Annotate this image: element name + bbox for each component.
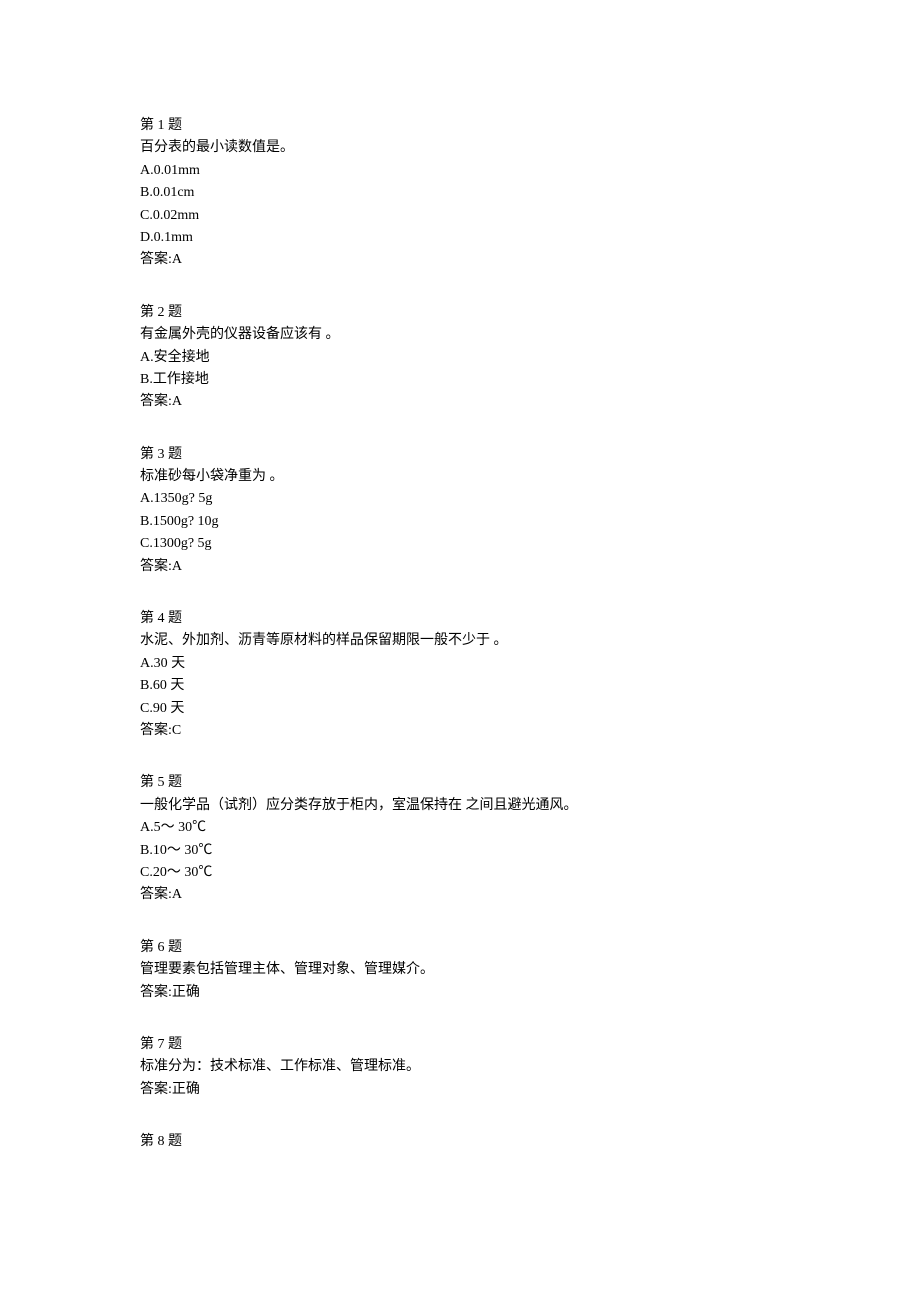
question-answer: 答案:A [140, 249, 780, 271]
question-stem: 标准砂每小袋净重为 。 [140, 466, 780, 488]
question-option: C.90 天 [140, 698, 780, 720]
question-option: A.0.01mm [140, 160, 780, 182]
question-stem: 一般化学品（试剂）应分类存放于柜内，室温保持在 之间且避光通风。 [140, 795, 780, 817]
question-option: A.5～ 30℃ [140, 817, 780, 839]
question-header: 第 5 题 [140, 772, 780, 794]
question-option: B.60 天 [140, 675, 780, 697]
question-6: 第 6 题 管理要素包括管理主体、管理对象、管理媒介。 答案:正确 [140, 937, 780, 1004]
question-option: A.30 天 [140, 653, 780, 675]
question-header: 第 2 题 [140, 302, 780, 324]
question-option: A.1350g? 5g [140, 488, 780, 510]
question-1: 第 1 题 百分表的最小读数值是。 A.0.01mm B.0.01cm C.0.… [140, 115, 780, 272]
question-4: 第 4 题 水泥、外加剂、沥青等原材料的样品保留期限一般不少于 。 A.30 天… [140, 608, 780, 742]
question-answer: 答案:A [140, 556, 780, 578]
question-option: B.0.01cm [140, 182, 780, 204]
question-option: B.工作接地 [140, 369, 780, 391]
question-7: 第 7 题 标准分为：技术标准、工作标准、管理标准。 答案:正确 [140, 1034, 780, 1101]
question-option: B.1500g? 10g [140, 511, 780, 533]
question-stem: 管理要素包括管理主体、管理对象、管理媒介。 [140, 959, 780, 981]
question-option: C.0.02mm [140, 205, 780, 227]
question-option: C.1300g? 5g [140, 533, 780, 555]
question-3: 第 3 题 标准砂每小袋净重为 。 A.1350g? 5g B.1500g? 1… [140, 444, 780, 578]
question-stem: 标准分为：技术标准、工作标准、管理标准。 [140, 1056, 780, 1078]
question-header: 第 6 题 [140, 937, 780, 959]
question-stem: 有金属外壳的仪器设备应该有 。 [140, 324, 780, 346]
question-header: 第 7 题 [140, 1034, 780, 1056]
question-answer: 答案:A [140, 391, 780, 413]
question-option: A.安全接地 [140, 347, 780, 369]
question-answer: 答案:C [140, 720, 780, 742]
question-option: C.20～ 30℃ [140, 862, 780, 884]
question-header: 第 1 题 [140, 115, 780, 137]
question-5: 第 5 题 一般化学品（试剂）应分类存放于柜内，室温保持在 之间且避光通风。 A… [140, 772, 780, 906]
question-header: 第 3 题 [140, 444, 780, 466]
question-2: 第 2 题 有金属外壳的仪器设备应该有 。 A.安全接地 B.工作接地 答案:A [140, 302, 780, 414]
question-8: 第 8 题 [140, 1131, 780, 1153]
question-stem: 百分表的最小读数值是。 [140, 137, 780, 159]
question-answer: 答案:A [140, 884, 780, 906]
question-answer: 答案:正确 [140, 1079, 780, 1101]
question-stem: 水泥、外加剂、沥青等原材料的样品保留期限一般不少于 。 [140, 630, 780, 652]
question-option: B.10～ 30℃ [140, 840, 780, 862]
question-answer: 答案:正确 [140, 982, 780, 1004]
question-option: D.0.1mm [140, 227, 780, 249]
question-header: 第 8 题 [140, 1131, 780, 1153]
question-header: 第 4 题 [140, 608, 780, 630]
